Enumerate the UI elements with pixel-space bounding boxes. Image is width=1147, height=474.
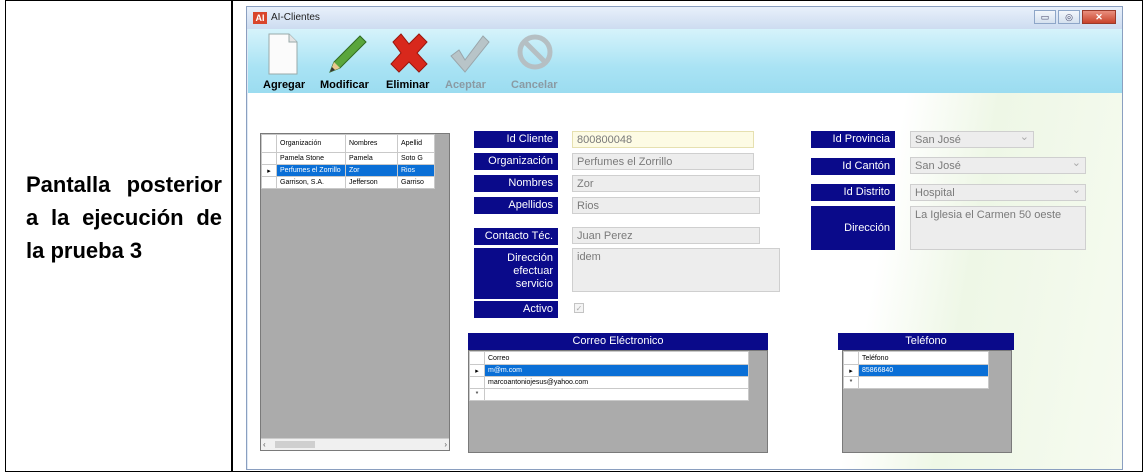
nombres-field[interactable]: Zor [572,175,760,192]
id-distrito-label: Id Distrito [811,184,895,201]
telefono-section-title: Teléfono [838,333,1014,350]
row-pointer-icon: ▸ [469,364,485,377]
pencil-icon [329,35,367,73]
contacto-field[interactable]: Juan Perez [572,227,760,244]
col-header[interactable]: Teléfono [858,351,989,365]
agregar-button[interactable]: Agregar [263,29,313,93]
col-header[interactable]: Organización [276,134,346,153]
id-provincia-label: Id Provincia [811,131,895,148]
close-icon[interactable]: ✕ [1082,10,1116,24]
table-row-new[interactable]: * [843,376,989,389]
eliminar-label: Eliminar [386,79,430,91]
direccion-label: Dirección [811,206,895,250]
contacto-label: Contacto Téc. [474,228,558,245]
id-distrito-select[interactable]: Hospital [910,183,1086,201]
new-document-icon [268,33,298,75]
table-row[interactable]: ▸ 85866840 [843,364,989,377]
table-row[interactable]: Pamela Stone Pamela Soto G [261,152,435,165]
aceptar-label: Aceptar [445,79,486,91]
cancel-icon [517,34,553,70]
correo-grid[interactable]: Correo ▸ m@m.com marcoantoniojesus@yahoo… [468,350,768,453]
app-window: AI AI-Clientes ▭ ◎ ✕ Agregar Modificar E… [246,6,1123,470]
organizacion-field[interactable]: Perfumes el Zorrillo [572,153,754,170]
toolbar: Agregar Modificar Eliminar Aceptar Cance… [248,29,1122,93]
direccion-field[interactable]: La Iglesia el Carmen 50 oeste [910,206,1086,250]
apellidos-field[interactable]: Rios [572,197,760,214]
id-canton-select[interactable]: San José [910,156,1086,174]
cancelar-label: Cancelar [511,79,558,91]
col-header[interactable]: Apellid [397,134,435,153]
col-header[interactable]: Correo [484,351,749,365]
modificar-button[interactable]: Modificar [320,29,376,93]
table-row[interactable]: marcoantoniojesus@yahoo.com [469,376,749,389]
delete-x-icon [390,33,428,73]
row-pointer-icon: ▸ [843,364,859,377]
telefono-grid[interactable]: Teléfono ▸ 85866840 * [842,350,1012,453]
apellidos-label: Apellidos [474,197,558,214]
content-area: Organización Nombres Apellid Pamela Ston… [248,93,1122,469]
horizontal-scrollbar[interactable]: ‹ › [261,438,449,450]
id-canton-label: Id Cantón [811,158,895,175]
new-row-icon: * [469,388,485,401]
activo-checkbox[interactable]: ✓ [574,303,584,313]
table-row[interactable]: Garrison, S.A. Jefferson Garriso [261,176,435,189]
app-icon: AI [253,12,267,24]
id-provincia-select[interactable]: San José [910,130,1034,148]
direccion-servicio-field[interactable]: idem [572,248,780,292]
window-title: AI-Clientes [271,12,320,23]
row-pointer-icon: ▸ [261,164,277,177]
scroll-left-icon[interactable]: ‹ [263,439,266,450]
restore-icon[interactable]: ◎ [1058,10,1080,24]
eliminar-button[interactable]: Eliminar [386,29,436,93]
aceptar-button[interactable]: Aceptar [445,29,495,93]
nombres-label: Nombres [474,175,558,192]
minimize-icon[interactable]: ▭ [1034,10,1056,24]
table-row[interactable]: ▸ Perfumes el Zorrillo Zor Rios [261,164,435,177]
activo-label: Activo [474,301,558,318]
check-icon [450,35,490,73]
title-bar: AI AI-Clientes ▭ ◎ ✕ [247,7,1122,29]
col-header[interactable]: Nombres [345,134,398,153]
scroll-right-icon[interactable]: › [444,439,447,450]
clients-grid[interactable]: Organización Nombres Apellid Pamela Ston… [260,133,450,451]
table-row[interactable]: ▸ m@m.com [469,364,749,377]
new-row-icon: * [843,376,859,389]
id-cliente-field[interactable]: 800800048 [572,131,754,148]
correo-section-title: Correo Eléctronico [468,333,768,350]
caption-text: Pantalla posterior a la ejecución de la … [26,172,222,263]
modificar-label: Modificar [320,79,369,91]
agregar-label: Agregar [263,79,306,91]
direccion-servicio-label: Dirección efectuar servicio [474,248,558,299]
cancelar-button[interactable]: Cancelar [511,29,561,93]
id-cliente-label: Id Cliente [474,131,558,148]
table-row-new[interactable]: * [469,388,749,401]
organizacion-label: Organización [474,153,558,170]
